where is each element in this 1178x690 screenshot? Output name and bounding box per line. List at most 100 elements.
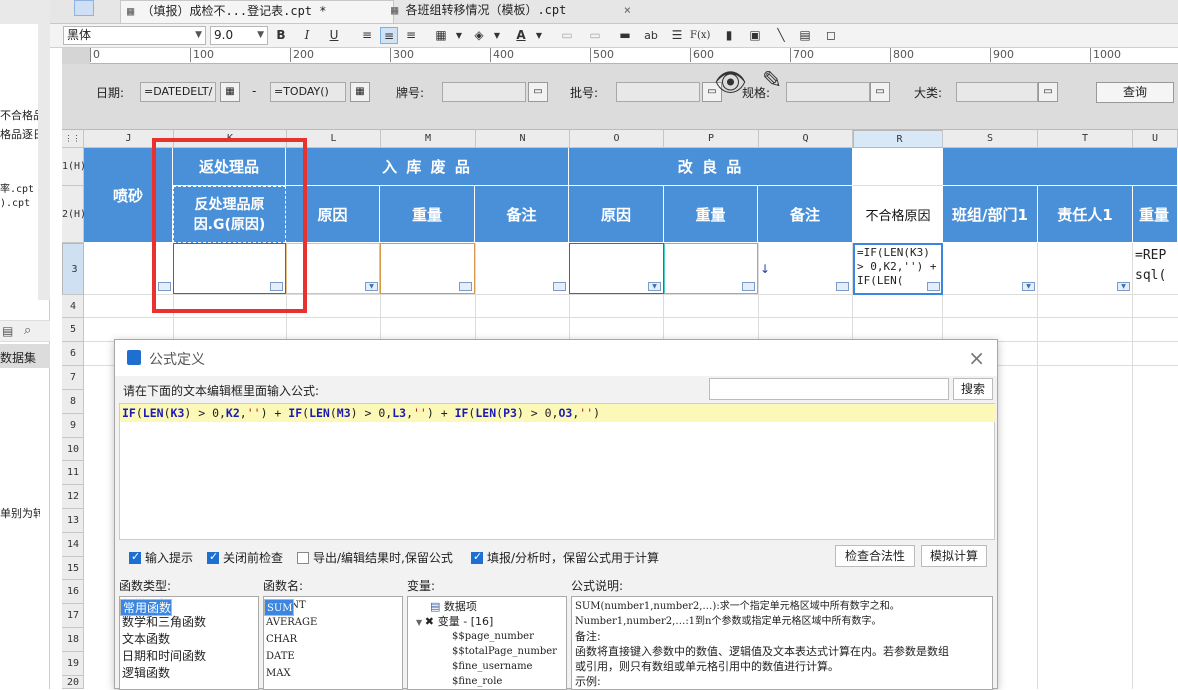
more-icon[interactable]: ◻: [822, 27, 840, 44]
left-item-text[interactable]: 率.cpt: [0, 180, 40, 195]
dataset-section[interactable]: 数据集: [0, 344, 50, 368]
date-from-field[interactable]: =DATEDELT/: [140, 82, 216, 102]
left-item-text[interactable]: 格品逐日: [0, 126, 40, 142]
variable-tree[interactable]: ▤ 数据项 ▼ ✖ 变量 - [16] $$page_number $$tota…: [407, 596, 567, 690]
italic-button[interactable]: I: [298, 27, 316, 44]
formula-editor[interactable]: IF(LEN(K3) > 0,K2,'') + IF(LEN(M3) > 0,L…: [119, 403, 996, 540]
dropdown-icon[interactable]: ▭: [1038, 82, 1058, 102]
chevron-down-icon[interactable]: ▼: [450, 27, 468, 44]
tab-report-form[interactable]: ▦ （填报）成检不...登记表.cpt *: [120, 0, 394, 23]
column-header[interactable]: T: [1038, 130, 1133, 148]
sub-report-icon[interactable]: ▤: [796, 27, 814, 44]
cell-widget-icon[interactable]: [836, 282, 849, 291]
select-all-corner[interactable]: ⋮⋮: [62, 130, 84, 148]
dropdown-icon[interactable]: ▼: [1117, 282, 1130, 291]
font-color-icon[interactable]: A: [512, 27, 530, 44]
row-header[interactable]: 1(H): [62, 148, 86, 186]
column-header[interactable]: M: [381, 130, 476, 148]
tree-item[interactable]: ▼ ✖ 变量 - [16]: [412, 614, 562, 629]
cell-u3-formula[interactable]: =REP sql(: [1133, 243, 1178, 294]
tree-item[interactable]: $$totalPage_number: [412, 644, 562, 659]
calendar-icon[interactable]: ▦: [350, 82, 370, 102]
left-item-text[interactable]: ).cpt: [0, 198, 40, 209]
cell-widget-icon[interactable]: [553, 282, 566, 291]
column-header[interactable]: S: [943, 130, 1038, 148]
header-cell-buhege-reason[interactable]: 不合格原因: [853, 186, 943, 243]
dropdown-icon[interactable]: ▼: [1022, 282, 1035, 291]
formula-icon[interactable]: F(x): [690, 27, 710, 44]
row-header[interactable]: 16: [62, 580, 84, 604]
slash-icon[interactable]: ╲: [772, 27, 790, 44]
category-field[interactable]: [956, 82, 1038, 102]
cell-widget-icon[interactable]: [927, 282, 940, 291]
row-header[interactable]: 18: [62, 628, 84, 652]
option-keep-formula-calc[interactable]: 填报/分析时，保留公式用于计算: [471, 549, 659, 566]
new-tab-icon[interactable]: [74, 0, 94, 16]
query-button[interactable]: 查询: [1096, 82, 1174, 103]
header-cell-empty[interactable]: [853, 148, 943, 186]
font-family-select[interactable]: 黑体 ▼: [63, 26, 206, 45]
text-format-icon[interactable]: ab: [642, 27, 660, 44]
row-header[interactable]: 7: [62, 366, 84, 390]
cell-widget-icon[interactable]: [459, 282, 472, 291]
header-cell-zeren[interactable]: 责任人1: [1038, 186, 1133, 243]
date-to-field[interactable]: =TODAY(): [270, 82, 346, 102]
database-icon[interactable]: ▤: [2, 324, 13, 338]
batch-field[interactable]: [616, 82, 700, 102]
dropdown-icon[interactable]: ▭: [870, 82, 890, 102]
list-item[interactable]: MAX: [264, 665, 402, 682]
header-cell-banzu[interactable]: 班组/部门1: [943, 186, 1038, 243]
row-header[interactable]: 9: [62, 414, 84, 438]
check-validity-button[interactable]: 检查合法性: [835, 545, 915, 567]
bold-button[interactable]: B: [272, 27, 290, 44]
list-item[interactable]: CHAR: [264, 631, 402, 648]
column-header[interactable]: R: [853, 130, 943, 148]
tree-item[interactable]: $fine_role: [412, 674, 562, 689]
dropdown-icon[interactable]: ▭: [528, 82, 548, 102]
row-header[interactable]: 11: [62, 461, 84, 485]
align-left-icon[interactable]: ≡: [358, 27, 376, 44]
option-keep-formula-export[interactable]: 导出/编辑结果时,保留公式: [297, 549, 453, 566]
list-item[interactable]: 文本函数: [120, 631, 258, 648]
column-header[interactable]: N: [476, 130, 570, 148]
tree-item[interactable]: ▤ 数据项: [412, 599, 562, 614]
fill-color-icon[interactable]: ◈: [470, 27, 488, 44]
option-check-before-close[interactable]: 关闭前检查: [207, 549, 283, 566]
list-item[interactable]: DATE: [264, 648, 402, 665]
simulate-calc-button[interactable]: 模拟计算: [921, 545, 987, 567]
cell-widget-icon[interactable]: [742, 282, 755, 291]
chart-icon[interactable]: ▮: [720, 27, 738, 44]
spec-field[interactable]: [786, 82, 870, 102]
search-button[interactable]: 搜索: [953, 378, 993, 400]
tab-shift-transfer[interactable]: ▦ 各班组转移情况（模板）.cpt ×: [385, 0, 637, 22]
checkbox-checked[interactable]: [129, 550, 141, 564]
search-input[interactable]: [709, 378, 949, 400]
list-item[interactable]: 逻辑函数: [120, 665, 258, 682]
header-cell-blank-blue[interactable]: [943, 148, 1178, 186]
header-cell-zhongliang-u[interactable]: 重量: [1133, 186, 1178, 243]
func-type-list[interactable]: 常用函数 新增函数 数学和三角函数 文本函数 日期和时间函数 逻辑函数: [119, 596, 259, 690]
checkbox-checked[interactable]: [471, 550, 483, 564]
checkbox-checked[interactable]: [207, 550, 219, 564]
header-cell-gl-yuanyin[interactable]: 原因: [569, 186, 664, 243]
calendar-icon[interactable]: ▦: [220, 82, 240, 102]
chevron-down-icon[interactable]: ▼: [530, 27, 548, 44]
merge-cells-icon[interactable]: ▭: [558, 27, 576, 44]
header-cell-zhongliang[interactable]: 重量: [380, 186, 475, 243]
header-cell-beizhu[interactable]: 备注: [475, 186, 569, 243]
func-name-list[interactable]: SUM COUNT AVERAGE CHAR DATE MAX: [263, 596, 403, 690]
tree-item[interactable]: $$page_number: [412, 629, 562, 644]
option-input-hint[interactable]: 输入提示: [129, 549, 193, 566]
chevron-down-icon[interactable]: ▼: [488, 27, 506, 44]
dropdown-icon[interactable]: ▼: [648, 282, 661, 291]
header-cell-gailiang[interactable]: 改 良 品: [569, 148, 853, 186]
formula-text[interactable]: IF(LEN(K3) > 0,K2,'') + IF(LEN(M3) > 0,L…: [120, 404, 996, 422]
split-cells-icon[interactable]: ▭: [586, 27, 604, 44]
left-panel-scrollbar[interactable]: [38, 0, 50, 300]
header-cell-ruku-feipin[interactable]: 入 库 废 品: [286, 148, 569, 186]
column-header[interactable]: U: [1133, 130, 1178, 148]
row-header[interactable]: 2(H): [62, 186, 86, 243]
row-header[interactable]: 17: [62, 604, 84, 628]
header-cell-gl-zhongliang[interactable]: 重量: [664, 186, 758, 243]
row-header[interactable]: 20: [62, 676, 84, 689]
